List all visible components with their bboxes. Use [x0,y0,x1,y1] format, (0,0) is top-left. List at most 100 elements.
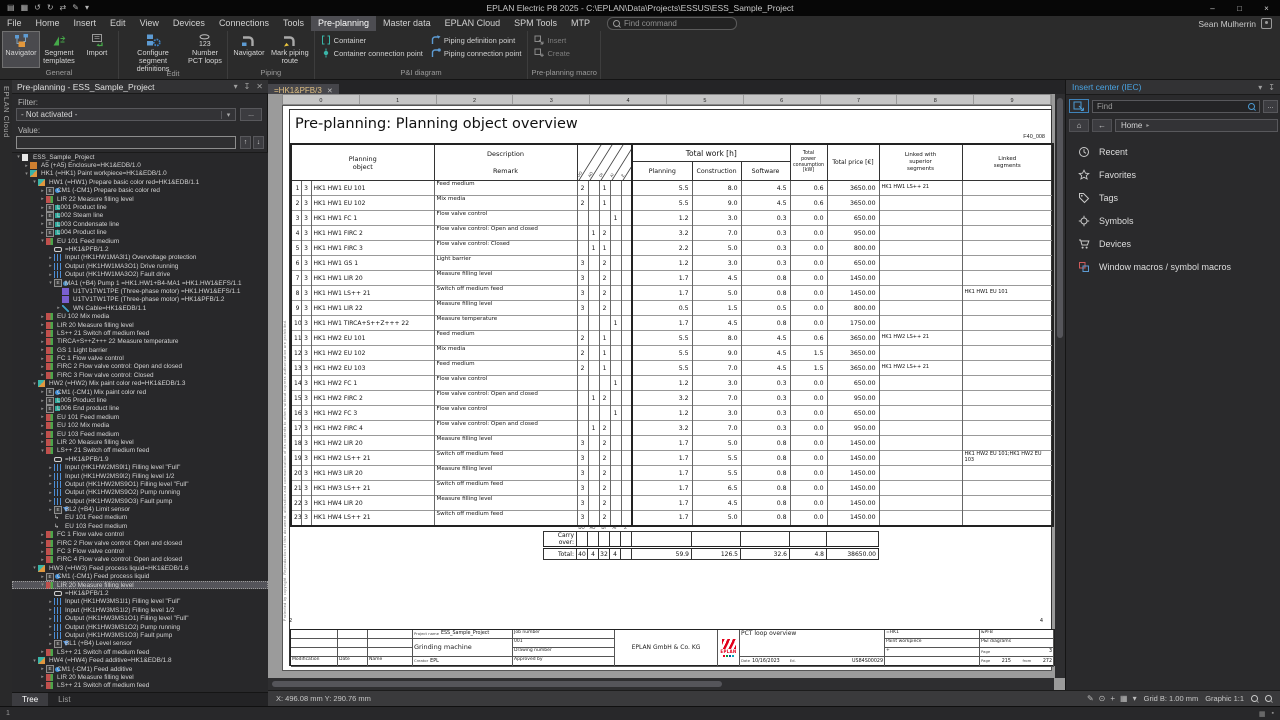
eplan-cloud-dock-tab[interactable]: EPLAN Cloud [2,86,11,138]
zoom-out-icon[interactable] [1265,695,1272,702]
tree-expander-icon[interactable]: ▸ [39,540,46,546]
back-icon[interactable]: ← [1092,119,1112,132]
crosshair-icon[interactable]: + [1110,694,1115,703]
horizontal-scrollbar-thumb[interactable] [272,681,722,687]
value-input[interactable] [16,136,236,149]
horizontal-scrollbar[interactable] [268,678,1054,690]
tree-expander-icon[interactable]: ▸ [39,339,46,345]
insert-find-input[interactable]: Find [1092,100,1260,113]
tree-expander-icon[interactable]: ▸ [39,574,46,580]
tree-item[interactable]: ▸Input (HK1HW2MS9I1) Filling level "Full… [12,463,268,471]
tree-item[interactable]: ▸TIRCA+S++Z+++ 22 Measure temperature [12,338,268,346]
insert-item-devices[interactable]: Devices [1066,232,1280,255]
tree-item[interactable]: ▸Input (HK1HW1MA3I1) Overvoltage protect… [12,254,268,262]
piping-definition-point-button[interactable]: Piping definition point [431,35,522,45]
tree-expander-icon[interactable]: ▾ [31,179,38,185]
tree-item[interactable]: ▸EU 101 Feed medium [12,413,268,421]
home-icon[interactable]: ⌂ [1069,119,1089,132]
tree-item[interactable]: ▸FC 3 Flow valve control [12,547,268,555]
tree-expander-icon[interactable]: ▾ [23,171,30,177]
tree-expander-icon[interactable]: ▸ [39,213,46,219]
tree-item[interactable]: ▸Output (HK1HW1MA3O1) Drive running [12,262,268,270]
ribbon-tab-edit[interactable]: Edit [103,16,133,31]
grid-icon[interactable]: ▦ [1120,694,1128,703]
ribbon-tab-insert[interactable]: Insert [67,16,104,31]
tree-expander-icon[interactable]: ▸ [39,414,46,420]
tree-expander-icon[interactable]: ▸ [47,465,54,471]
open-icon[interactable]: ▦ [21,0,29,16]
tree-item[interactable]: =HK1&PFB/1.2 [12,589,268,597]
ribbon-tab-tools[interactable]: Tools [276,16,311,31]
tree-item[interactable]: ↳EU 103 Feed medium [12,522,268,530]
tree-item[interactable]: ▸LIR 20 Measure filling level [12,673,268,681]
grid-setting[interactable]: Grid B: 1.00 mm [1144,694,1199,703]
find-command-box[interactable]: Find command [607,17,737,30]
import-button[interactable]: Import [79,32,115,67]
tree-item[interactable]: ▸A5 (+A5) Enclosure=HK1&EDB/1.0 [12,161,268,169]
vertical-scrollbar[interactable] [1055,94,1065,678]
mark-piping-route-button[interactable]: Mark piping route [269,32,311,67]
tree-item[interactable]: ▸FIRC 4 Flow valve control: Open and clo… [12,556,268,564]
user-area[interactable]: Sean Mulherrin [1198,18,1280,29]
tree-item[interactable]: ▸ECM1 (-CM1) Feed additive [12,665,268,673]
tree-item[interactable]: ▸Output (HK1HW3MS1O3) Fault pump [12,631,268,639]
insert-mode-button[interactable] [1069,99,1089,113]
tree-item[interactable]: ▾HW4 (=HW4) Feed additive=HK1&EDB/1.8 [12,656,268,664]
navigator-button[interactable]: Navigator [231,32,267,67]
tree-expander-icon[interactable]: ▾ [31,381,38,387]
tree-expander-icon[interactable]: ▸ [47,272,54,278]
tree-expander-icon[interactable]: ▸ [47,507,54,513]
tree-expander-icon[interactable]: ▸ [47,632,54,638]
panel-pin-icon[interactable]: ↧ [244,82,251,91]
ribbon-tab-master-data[interactable]: Master data [376,16,438,31]
tree-expander-icon[interactable]: ▸ [39,364,46,370]
tree-item[interactable]: ▸EL003 Condensate line [12,220,268,228]
sync-icon[interactable]: ⇄ [60,0,67,16]
filter-dropdown[interactable]: - Not activated - ▾ [16,108,236,121]
tree-item[interactable]: ▸LS++ 21 Switch off medium feed [12,682,268,690]
edit-icon[interactable]: ✎ [72,0,79,16]
tree-item[interactable]: ▸GS 1 Light barrier [12,346,268,354]
tree-item[interactable]: ▸Output (HK1HW2MS9O3) Fault pump [12,497,268,505]
tree-expander-icon[interactable]: ▸ [47,263,54,269]
tree-expander-icon[interactable]: ▸ [39,196,46,202]
tree-item[interactable]: ▸LIR 20 Measure filling level [12,438,268,446]
grid-small-icon[interactable]: ▦ [1259,710,1266,718]
piping-connection-point-button[interactable]: Piping connection point [431,48,522,58]
tree-expander-icon[interactable]: ▸ [39,674,46,680]
tree-item[interactable]: ▸EL005 Product line [12,396,268,404]
tree-item[interactable]: =HK1&PFB/1.2 [12,245,268,253]
tree-item[interactable]: ▸Output (HK1HW3MS1O1) Filling level "Ful… [12,614,268,622]
tree-item[interactable]: ▸ECM1 (-CM1) Prepare basic color red [12,187,268,195]
tree-expander-icon[interactable]: ▸ [39,314,46,320]
tree-item[interactable]: ▸ECM1 (-CM1) Mix paint color red [12,388,268,396]
tree-item[interactable]: ▸ECM1 (-CM1) Feed process liquid [12,573,268,581]
tree-item[interactable]: ▸FIRC 2 Flow valve control: Open and clo… [12,539,268,547]
tree-item[interactable]: ▸LIR 20 Measure filling level [12,321,268,329]
tree-item[interactable]: ▸FC 1 Flow valve control [12,354,268,362]
insert-item-recent[interactable]: Recent [1066,140,1280,163]
tree-item[interactable]: ▸LIR 22 Measure filling level [12,195,268,203]
tree-expander-icon[interactable]: ▸ [47,490,54,496]
tree-expander-icon[interactable]: ▾ [39,582,46,588]
tree-item[interactable]: ▸EL004 Product line [12,229,268,237]
number-pct-loops-button[interactable]: 123Number PCT loops [186,32,224,68]
tree-expander-icon[interactable]: ▸ [47,481,54,487]
breadcrumb[interactable]: Home ▸ [1115,119,1278,132]
tree-item[interactable]: =HK1&PFB/1.9 [12,455,268,463]
tree-item[interactable]: ▾LS++ 21 Switch off medium feed [12,447,268,455]
tree-expander-icon[interactable]: ▸ [47,607,54,613]
pen-icon[interactable]: ✎ [1087,694,1094,703]
insert-item-window-macros-symbol-macros[interactable]: Window macros / symbol macros [1066,255,1280,278]
tree-item[interactable]: ▸Output (HK1HW2MS9O1) Filling level "Ful… [12,480,268,488]
ribbon-tab-home[interactable]: Home [29,16,67,31]
tree-item[interactable]: ▸Output (HK1HW3MS1O2) Pump running [12,623,268,631]
tree-expander-icon[interactable]: ▸ [39,230,46,236]
tree-expander-icon[interactable]: ▸ [39,406,46,412]
tree-item[interactable]: ▸WN Cable=HK1&EDB/1.1 [12,304,268,312]
tree-expander-icon[interactable]: ▾ [15,154,22,160]
insert-item-favorites[interactable]: Favorites [1066,163,1280,186]
ribbon-tab-spm-tools[interactable]: SPM Tools [507,16,564,31]
create-button[interactable]: Create [534,48,570,58]
tree-item[interactable]: ▾HK1 (=HK1) Paint workpiece=HK1&EDB/1.0 [12,170,268,178]
